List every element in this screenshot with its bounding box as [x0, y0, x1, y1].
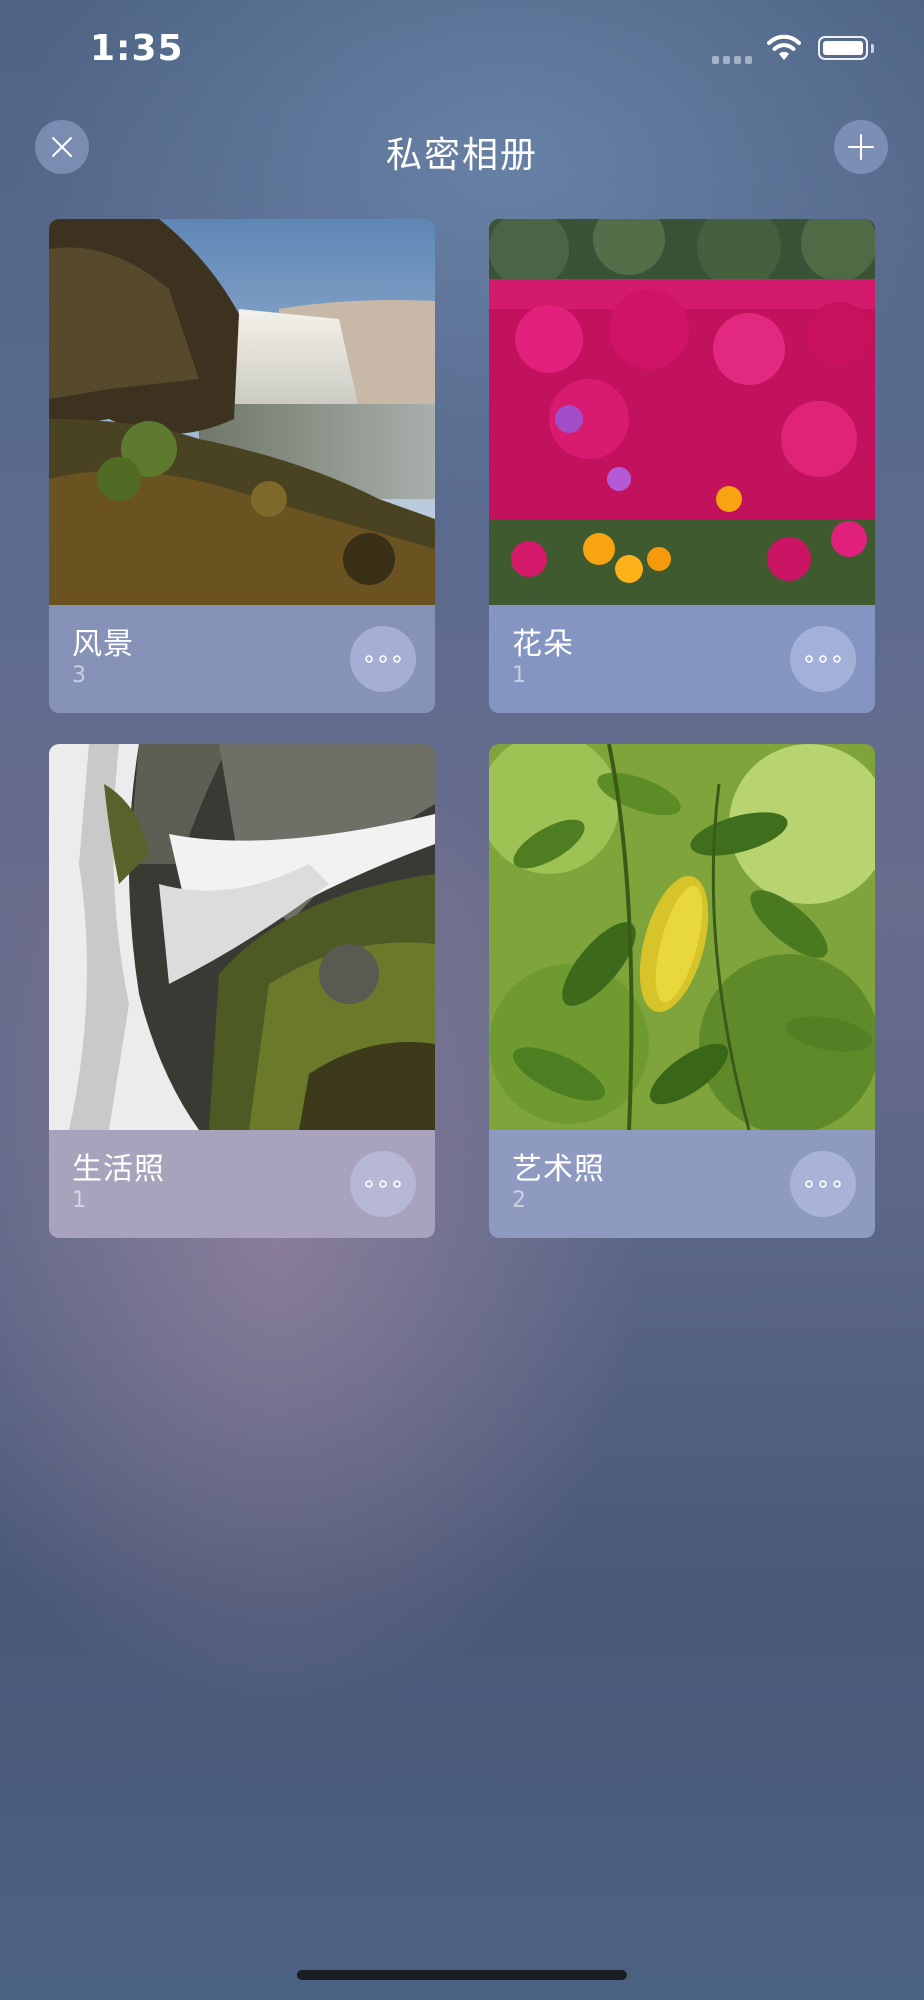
wifi-icon	[767, 34, 801, 60]
album-more-button[interactable]	[350, 626, 416, 692]
status-time: 1:35	[90, 28, 184, 69]
album-title: 花朵	[512, 627, 574, 662]
album-title: 风景	[72, 627, 134, 662]
album-info-bar: 艺术照 2	[489, 1130, 875, 1238]
album-title: 艺术照	[512, 1152, 605, 1187]
cellular-signal-icon	[712, 56, 752, 64]
more-dots-icon	[365, 1180, 401, 1188]
album-info-bar: 花朵 1	[489, 605, 875, 713]
album-title: 生活照	[72, 1152, 165, 1187]
album-card[interactable]: 艺术照 2	[489, 744, 875, 1238]
album-cover-image	[489, 219, 875, 605]
album-more-button[interactable]	[350, 1151, 416, 1217]
album-card[interactable]: 花朵 1	[489, 219, 875, 713]
plus-icon	[848, 134, 874, 160]
album-info-bar: 风景 3	[49, 605, 435, 713]
battery-icon	[818, 36, 868, 60]
album-photo-count: 1	[72, 1188, 86, 1213]
album-card[interactable]: 生活照 1	[49, 744, 435, 1238]
album-card[interactable]: 风景 3	[49, 219, 435, 713]
album-photo-count: 2	[512, 1188, 526, 1213]
home-indicator[interactable]	[297, 1970, 627, 1980]
album-cover-image	[49, 219, 435, 605]
page-title: 私密相册	[385, 135, 538, 176]
more-dots-icon	[805, 655, 841, 663]
battery-cap	[871, 44, 874, 53]
album-cover-image	[489, 744, 875, 1130]
album-more-button[interactable]	[790, 626, 856, 692]
more-dots-icon	[805, 1180, 841, 1188]
album-photo-count: 3	[72, 663, 86, 688]
album-more-button[interactable]	[790, 1151, 856, 1217]
album-info-bar: 生活照 1	[49, 1130, 435, 1238]
more-dots-icon	[365, 655, 401, 663]
album-cover-image	[49, 744, 435, 1130]
status-bar: 1:35	[0, 0, 924, 100]
header: 私密相册	[0, 110, 924, 186]
add-album-button[interactable]	[834, 120, 888, 174]
album-photo-count: 1	[512, 663, 526, 688]
